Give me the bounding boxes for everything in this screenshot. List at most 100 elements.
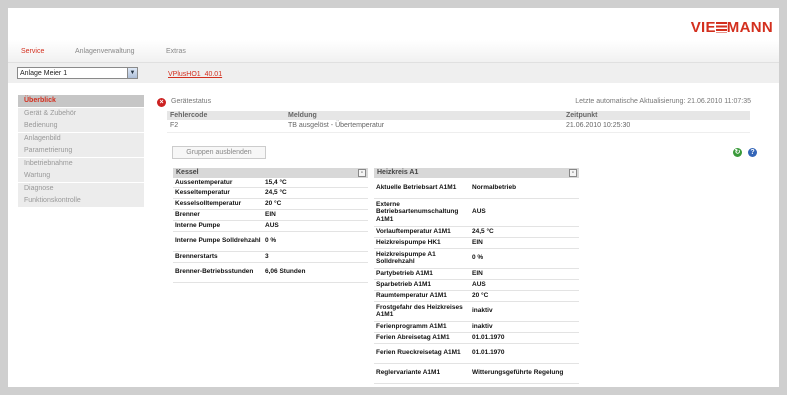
- row-label: Externe Betriebsartenumschaltung A1M1: [374, 198, 470, 227]
- logo-bars-icon: [715, 22, 727, 33]
- row-label: Aussentemperatur: [173, 178, 263, 188]
- row-value: EIN: [470, 268, 579, 280]
- table-row: Ferien Abreisetag A1M1 01.01.1970: [374, 332, 579, 344]
- row-value: 01.01.1970: [470, 343, 579, 364]
- row-label: Brenner-Betriebsstunden: [173, 262, 263, 283]
- row-label: Brenner: [173, 209, 263, 221]
- heizkreis-panel-title: Heizkreis A1: [377, 169, 419, 176]
- viessmann-logo: VIE MANN: [691, 19, 773, 36]
- row-label: Raumtemperatur A1M1: [374, 290, 470, 302]
- sidebar-item-geraet-zubehoer[interactable]: Gerät & Zubehör: [18, 107, 144, 120]
- table-row: Partybetrieb A1M1 EIN: [374, 268, 579, 280]
- table-row: Brennerstarts 3: [173, 251, 368, 263]
- nav-anlagenverwaltung[interactable]: Anlagenverwaltung: [75, 48, 135, 55]
- cell-message: TB ausgelöst - Übertemperatur: [285, 120, 563, 133]
- hide-groups-button[interactable]: Gruppen ausblenden: [172, 146, 266, 159]
- kessel-panel-title: Kessel: [176, 169, 199, 176]
- cell-code: F2: [167, 120, 285, 133]
- row-value: 3: [263, 251, 368, 263]
- sidebar-item-bedienung[interactable]: Bedienung: [18, 120, 144, 132]
- table-row: Ferien Rueckreisetag A1M1 01.01.1970: [374, 343, 579, 364]
- row-label: Kesseltemperatur: [173, 187, 263, 199]
- row-label: Partybetrieb A1M1: [374, 268, 470, 280]
- sidebar-item-diagnose[interactable]: Diagnose: [18, 182, 144, 195]
- table-row: Reglervariante A1M1 Witterungsgeführte Re…: [374, 363, 579, 384]
- row-value: inaktiv: [470, 301, 579, 322]
- row-value: 20 °C: [470, 290, 579, 302]
- heizkreis-values: Aktuelle Betriebsart A1M1 Normalbetrieb E…: [374, 178, 579, 384]
- logo-prefix: VIE: [690, 19, 716, 36]
- row-label: Vorlauftemperatur A1M1: [374, 226, 470, 238]
- expand-icon[interactable]: ▫: [358, 169, 366, 177]
- col-meldung[interactable]: Meldung: [285, 111, 563, 120]
- table-row: Aussentemperatur 15,4 °C: [173, 178, 368, 188]
- sidebar: Überblick Gerät & Zubehör Bedienung Anla…: [18, 95, 144, 208]
- device-link[interactable]: VPlusHO1_40.01: [168, 71, 222, 78]
- col-fehlercode[interactable]: Fehlercode: [167, 111, 285, 120]
- row-value: 20 °C: [263, 198, 368, 210]
- table-row: Brenner-Betriebsstunden 6,06 Stunden: [173, 262, 368, 283]
- row-value: Normalbetrieb: [470, 178, 579, 199]
- row-label: Ferienprogramm A1M1: [374, 321, 470, 333]
- sidebar-item-ueberblick[interactable]: Überblick: [18, 95, 144, 107]
- sidebar-item-inbetriebnahme[interactable]: Inbetriebnahme: [18, 157, 144, 170]
- row-label: Ferien Abreisetag A1M1: [374, 332, 470, 344]
- table-row: Ferienprogramm A1M1 inaktiv: [374, 321, 579, 333]
- plant-select[interactable]: Anlage Meier 1 ▼: [17, 67, 138, 79]
- nav-extras[interactable]: Extras: [166, 48, 186, 55]
- row-value: AUS: [470, 279, 579, 291]
- row-label: Sparbetrieb A1M1: [374, 279, 470, 291]
- kessel-panel-header: Kessel ▫: [173, 168, 368, 178]
- row-label: Reglervariante A1M1: [374, 363, 470, 384]
- top-nav: Service Anlagenverwaltung Extras: [8, 40, 779, 63]
- row-value: 0 %: [470, 248, 579, 269]
- row-label: Heizkreispumpe HK1: [374, 237, 470, 249]
- row-label: Kesselsolltemperatur: [173, 198, 263, 210]
- kessel-values: Aussentemperatur 15,4 °C Kesseltemperatur…: [173, 178, 368, 283]
- table-row: Heizkreispumpe HK1 EIN: [374, 237, 579, 249]
- col-zeitpunkt[interactable]: Zeitpunkt: [563, 111, 750, 120]
- help-icon[interactable]: ?: [748, 148, 757, 157]
- sidebar-item-anlagenbild[interactable]: Anlagenbild: [18, 132, 144, 145]
- sidebar-item-parametrierung[interactable]: Parametrierung: [18, 145, 144, 157]
- sidebar-item-funktionskontrolle[interactable]: Funktionskontrolle: [18, 195, 144, 207]
- row-label: Heizkreispumpe A1 Solldrehzahl: [374, 248, 470, 269]
- plant-select-value: Anlage Meier 1: [20, 70, 68, 77]
- sidebar-item-wartung[interactable]: Wartung: [18, 170, 144, 182]
- row-label: Frostgefahr des Heizkreises A1M1: [374, 301, 470, 322]
- heizkreis-panel-header: Heizkreis A1 ▫: [374, 168, 579, 178]
- row-value: 0 %: [263, 231, 368, 252]
- table-row: Interne Pumpe AUS: [173, 220, 368, 232]
- toolbar-icons: ↻?: [727, 148, 757, 157]
- device-status-title: × Gerätestatus: [157, 96, 211, 108]
- status-table-header: Fehlercode Meldung Zeitpunkt: [167, 111, 750, 120]
- last-update-text: Letzte automatische Aktualisierung: 21.0…: [575, 98, 751, 105]
- row-value: 24,5 °C: [470, 226, 579, 238]
- row-label: Aktuelle Betriebsart A1M1: [374, 178, 470, 199]
- table-row: Externe Betriebsartenumschaltung A1M1 AUS: [374, 198, 579, 227]
- refresh-icon[interactable]: ↻: [733, 148, 742, 157]
- row-value: 01.01.1970: [470, 332, 579, 344]
- table-row: Kesselsolltemperatur 20 °C: [173, 198, 368, 210]
- row-label: Brennerstarts: [173, 251, 263, 263]
- row-value: AUS: [470, 198, 579, 227]
- expand-icon[interactable]: ▫: [569, 169, 577, 177]
- cell-time: 21.06.2010 10:25:30: [563, 120, 750, 133]
- table-row[interactable]: F2 TB ausgelöst - Übertemperatur 21.06.2…: [167, 120, 750, 133]
- row-label: Interne Pumpe Solldrehzahl: [173, 231, 263, 252]
- row-value: 6,06 Stunden: [263, 262, 368, 283]
- header: VIE MANN: [8, 8, 779, 40]
- chevron-down-icon[interactable]: ▼: [127, 68, 137, 78]
- table-row: Heizkreispumpe A1 Solldrehzahl 0 %: [374, 248, 579, 269]
- nav-service[interactable]: Service: [21, 48, 44, 55]
- table-row: Brenner EIN: [173, 209, 368, 221]
- row-value: Witterungsgeführte Regelung: [470, 363, 579, 384]
- table-row: Raumtemperatur A1M1 20 °C: [374, 290, 579, 302]
- app-frame: VIE MANN Service Anlagenverwaltung Extras…: [8, 8, 779, 387]
- logo-suffix: MANN: [726, 19, 773, 36]
- error-icon: ×: [157, 97, 166, 107]
- kessel-panel: Kessel ▫ Aussentemperatur 15,4 °C Kesselt…: [173, 168, 368, 283]
- row-value: EIN: [263, 209, 368, 221]
- table-row: Vorlauftemperatur A1M1 24,5 °C: [374, 226, 579, 238]
- row-value: AUS: [263, 220, 368, 232]
